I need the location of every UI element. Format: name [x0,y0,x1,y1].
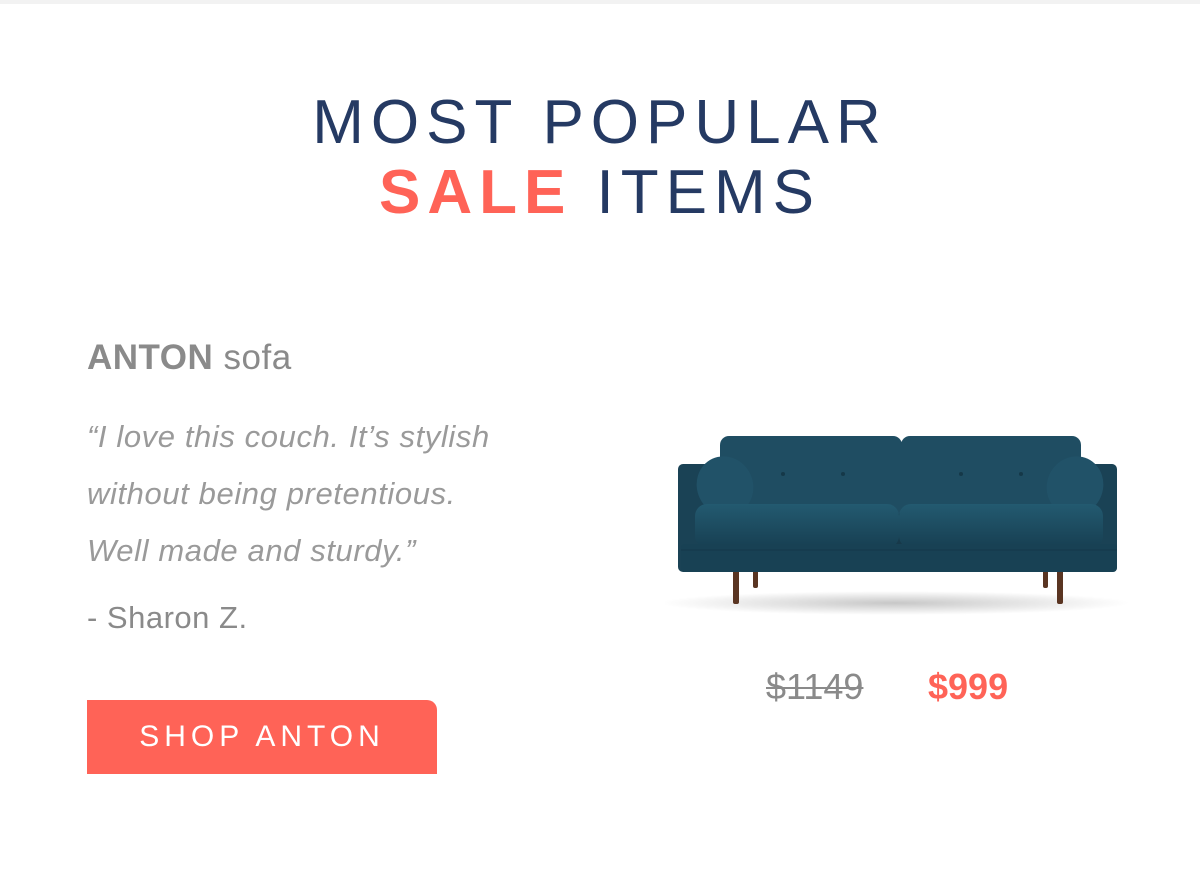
sale-price: $999 [928,666,1009,707]
quote-line: without being pretentious. [87,476,456,511]
original-price: $1149 [766,666,864,707]
title-line-1: MOST POPULAR [312,88,888,157]
title-rest: ITEMS [572,158,822,227]
customer-quote: “I love this couch. It’s stylish without… [87,408,557,579]
title-accent: SALE [378,158,573,227]
page-title: MOST POPULAR SALE ITEMS [0,88,1200,228]
product-name: ANTON sofa [87,336,292,380]
product-name-bold: ANTON [87,338,214,377]
title-line-2: SALE ITEMS [0,158,1200,228]
shop-anton-button[interactable]: SHOP ANTON [87,700,437,774]
sofa-image[interactable] [665,420,1135,620]
product-name-rest: sofa [213,338,292,377]
top-divider [0,0,1200,4]
quote-line: “I love this couch. It’s stylish [87,419,490,454]
quote-author: - Sharon Z. [87,600,248,635]
quote-line: Well made and sturdy.” [87,533,417,568]
